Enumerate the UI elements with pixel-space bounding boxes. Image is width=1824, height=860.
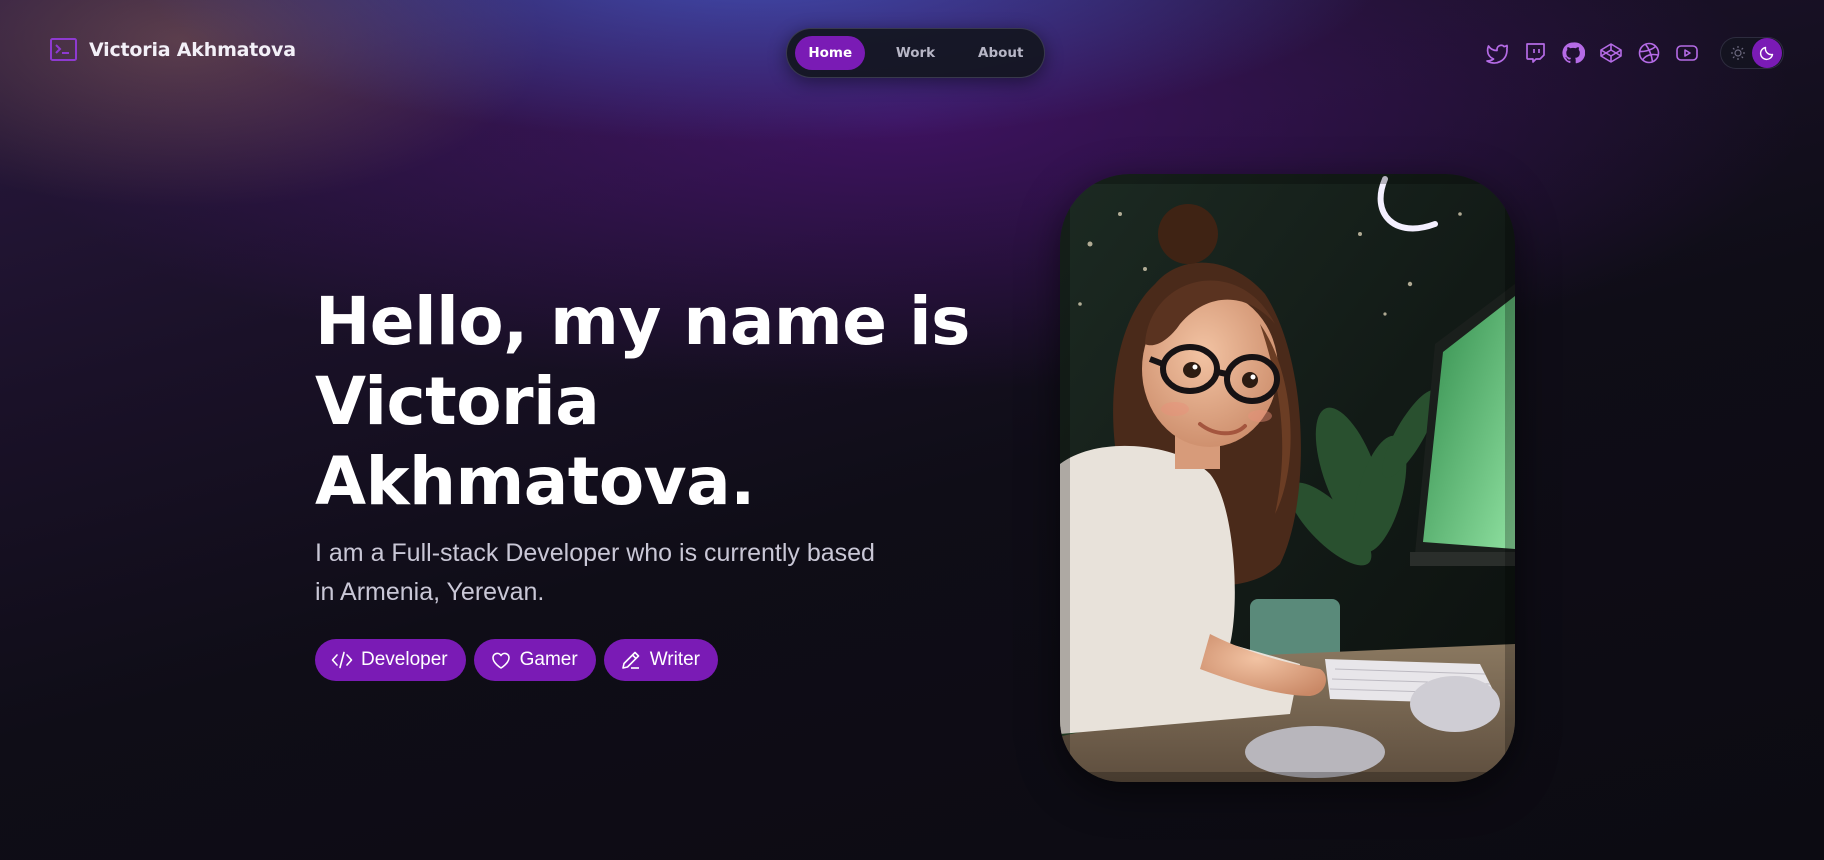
dribbble-icon[interactable] (1636, 40, 1661, 65)
theme-toggle[interactable] (1720, 37, 1784, 69)
heart-icon (491, 652, 510, 669)
hero-title-line-2: Victoria (315, 363, 600, 440)
tag-developer[interactable]: Developer (315, 639, 466, 681)
profile-portrait-image (1060, 174, 1515, 782)
twitch-icon[interactable] (1522, 40, 1547, 65)
page: Victoria Akhmatova Home Work About Hello… (0, 0, 1824, 860)
tag-writer-label: Writer (649, 649, 700, 670)
social-links (1484, 40, 1699, 65)
moon-icon (1752, 38, 1782, 68)
hero-title: Hello, my name is Victoria Akhmatova. (315, 282, 970, 522)
nav-about[interactable]: About (966, 36, 1036, 70)
nav-home[interactable]: Home (795, 36, 866, 70)
youtube-icon[interactable] (1674, 40, 1699, 65)
tag-gamer-label: Gamer (519, 649, 578, 670)
hero-title-line-1: Hello, my name is (315, 283, 970, 360)
pencil-icon (621, 651, 639, 669)
main-nav: Home Work About (786, 28, 1045, 78)
tag-gamer[interactable]: Gamer (473, 639, 596, 681)
terminal-icon (50, 38, 77, 61)
github-icon[interactable] (1560, 40, 1585, 65)
tag-writer[interactable]: Writer (603, 639, 718, 681)
hero-title-line-3: Akhmatova. (315, 443, 755, 520)
tag-developer-label: Developer (361, 649, 448, 670)
site-header: Victoria Akhmatova Home Work About (0, 0, 1824, 106)
hero-subtitle: I am a Full-stack Developer who is curre… (315, 539, 875, 606)
role-tags: Developer Gamer Writer (315, 639, 955, 681)
codepen-icon[interactable] (1598, 40, 1623, 65)
nav-work[interactable]: Work (871, 36, 959, 70)
brand-link[interactable]: Victoria Akhmatova (50, 38, 296, 61)
hero-intro: Hello, my name is Victoria Akhmatova. I … (315, 282, 970, 681)
sun-icon (1730, 45, 1746, 61)
code-icon (331, 651, 353, 669)
brand-name: Victoria Akhmatova (89, 38, 296, 61)
twitter-icon[interactable] (1484, 40, 1509, 65)
